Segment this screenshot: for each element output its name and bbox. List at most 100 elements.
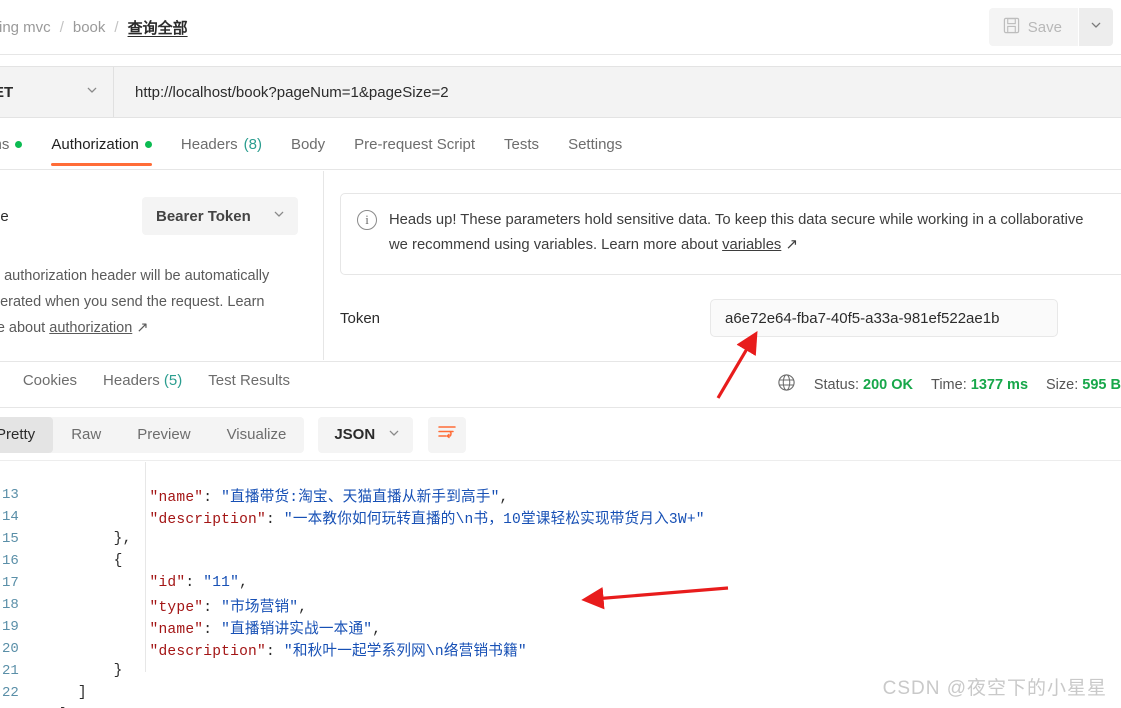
http-method-value: ET xyxy=(0,83,14,101)
code-line: 23 } xyxy=(0,704,1121,708)
code-line-number: 21 xyxy=(2,663,19,679)
auth-type-select[interactable]: Bearer Token xyxy=(142,197,298,235)
url-input[interactable]: http://localhost/book?pageNum=1&pageSize… xyxy=(114,84,449,101)
tab-pre-request-script[interactable]: Pre-request Script xyxy=(354,128,475,165)
auth-description-line-1: e authorization header will be automatic… xyxy=(0,268,270,284)
tab-tests-label: Tests xyxy=(504,136,540,153)
code-line: 13 "name": "直播带货:淘宝、天猫直播从新手到高手", xyxy=(0,484,1121,506)
code-line: 14 "description": "一本教你如何玩转直播的\n书，10堂课轻松… xyxy=(0,506,1121,528)
response-tab-headers-label: Headers xyxy=(103,372,160,389)
request-tabs: rams Authorization Headers (8) Body Pre-… xyxy=(0,128,1121,170)
save-options-button[interactable] xyxy=(1079,8,1113,46)
response-format-toolbar: Pretty Raw Preview Visualize JSON xyxy=(0,409,1121,461)
chevron-down-icon xyxy=(272,207,286,225)
code-line-number: 20 xyxy=(2,641,19,657)
code-line-text: "type": "市场营销", xyxy=(149,599,308,616)
save-button-label: Save xyxy=(1027,18,1062,36)
tab-authorization[interactable]: Authorization xyxy=(51,128,152,166)
response-tab-test-results-label: Test Results xyxy=(208,372,290,389)
tab-params[interactable]: rams xyxy=(0,128,23,165)
response-tab-cookies[interactable]: Cookies xyxy=(23,372,77,402)
status-code[interactable]: Status: 200 OK xyxy=(814,377,913,393)
info-icon: i xyxy=(357,210,377,230)
code-line-number: 14 xyxy=(2,509,19,525)
code-line-text: "description": "一本教你如何玩转直播的\n书，10堂课轻松实现带… xyxy=(149,511,705,528)
response-size[interactable]: Size: 595 B xyxy=(1046,377,1121,393)
url-bar: ET http://localhost/book?pageNum=1&pageS… xyxy=(0,66,1121,118)
code-line-list: 13 "name": "直播带货:淘宝、天猫直播从新手到高手", 14 "desc… xyxy=(0,462,1121,708)
response-tab-headers-count: (5) xyxy=(163,372,183,389)
tab-pre-request-script-label: Pre-request Script xyxy=(354,136,476,153)
external-link-icon: ↗ xyxy=(785,237,798,253)
format-tab-preview[interactable]: Preview xyxy=(119,417,208,453)
code-line-text: ] xyxy=(42,685,87,701)
floppy-disk-icon xyxy=(1003,17,1020,38)
code-line-number: 19 xyxy=(2,619,19,635)
auth-description-line-3-text: re about xyxy=(0,320,46,336)
token-label: Token xyxy=(340,309,381,327)
postman-window: ring mvc / book / 查询全部 Save xyxy=(0,0,1121,708)
watermark: CSDN @夜空下的小星星 xyxy=(882,678,1107,699)
breadcrumb-item-request[interactable]: 查询全部 xyxy=(128,17,188,38)
top-bar: ring mvc / book / 查询全部 Save xyxy=(0,0,1121,55)
breadcrumb: ring mvc / book / 查询全部 xyxy=(0,17,188,38)
chevron-down-icon xyxy=(387,426,401,444)
response-tab-test-results[interactable]: Test Results xyxy=(208,372,290,402)
size-value: 595 B xyxy=(1082,376,1121,393)
code-line-number: 15 xyxy=(2,531,19,547)
language-value: JSON xyxy=(334,426,376,443)
word-wrap-button[interactable] xyxy=(428,416,467,453)
response-tab-headers[interactable]: Headers (5) xyxy=(103,372,182,402)
format-tab-pretty[interactable]: Pretty xyxy=(0,416,54,453)
tab-headers-label: Headers xyxy=(180,136,238,153)
code-line-number: 22 xyxy=(2,685,19,701)
save-button-group: Save xyxy=(988,8,1113,46)
code-line-text: "id": "11", xyxy=(149,575,249,591)
code-line: 18 "type": "市场营销", xyxy=(0,594,1121,616)
format-tab-pretty-label: Pretty xyxy=(0,426,36,443)
tab-body[interactable]: Body xyxy=(291,128,325,165)
format-tab-raw-label: Raw xyxy=(71,426,102,443)
code-line-number: 13 xyxy=(2,487,19,503)
status-label: Status: xyxy=(813,376,859,393)
response-body-code[interactable]: 13 "name": "直播带货:淘宝、天猫直播从新手到高手", 14 "desc… xyxy=(0,462,1121,708)
sensitive-data-banner-text: Heads up! These parameters hold sensitiv… xyxy=(389,208,1083,258)
save-button[interactable]: Save xyxy=(988,8,1078,46)
status-value: 200 OK xyxy=(863,376,914,393)
code-line-number: 18 xyxy=(2,597,19,613)
tab-authorization-label: Authorization xyxy=(51,136,139,153)
format-tab-visualize[interactable]: Visualize xyxy=(209,417,305,453)
authorization-link[interactable]: authorization xyxy=(49,320,132,336)
banner-line-2-text: we recommend using variables. Learn more… xyxy=(389,237,723,253)
auth-type-label: pe xyxy=(0,207,9,225)
time-value: 1377 ms xyxy=(970,376,1029,393)
format-tab-visualize-label: Visualize xyxy=(226,426,287,443)
variables-link[interactable]: variables xyxy=(722,237,781,253)
size-label: Size: xyxy=(1046,376,1079,393)
response-time[interactable]: Time: 1377 ms xyxy=(931,377,1028,393)
code-line-text: "name": "直播带货:淘宝、天猫直播从新手到高手", xyxy=(149,489,509,506)
language-select[interactable]: JSON xyxy=(318,416,414,453)
breadcrumb-item-collection[interactable]: ring mvc xyxy=(0,19,51,36)
tab-headers[interactable]: Headers (8) xyxy=(181,128,262,165)
tab-tests[interactable]: Tests xyxy=(504,128,539,165)
modified-dot-icon xyxy=(144,141,152,148)
format-tab-group: Pretty Raw Preview Visualize xyxy=(0,416,305,453)
tab-settings[interactable]: Settings xyxy=(568,128,622,165)
code-line: 19 "name": "直播销讲实战一本通", xyxy=(0,616,1121,638)
token-input[interactable]: a6e72e64-fba7-40f5-a33a-981ef522ae1b xyxy=(710,299,1058,337)
code-line-text: "description": "和秋叶一起学系列网\n络营销书籍" xyxy=(149,643,527,660)
auth-description-line-3: re about authorization ↗ xyxy=(0,315,322,341)
modified-dot-icon xyxy=(15,141,23,148)
code-line: 15 }, xyxy=(0,528,1121,550)
http-method-select[interactable]: ET xyxy=(0,67,114,117)
token-row: Token a6e72e64-fba7-40f5-a33a-981ef522ae… xyxy=(325,299,1121,337)
tab-headers-count: (8) xyxy=(243,136,262,153)
chevron-down-icon xyxy=(1089,18,1103,37)
auth-description-line-2: nerated when you send the request. Learn xyxy=(0,294,265,310)
breadcrumb-item-folder[interactable]: book xyxy=(73,19,106,36)
response-status-group: Status: 200 OK Time: 1377 ms Size: 595 B xyxy=(777,373,1121,396)
format-tab-raw[interactable]: Raw xyxy=(53,417,119,453)
auth-description: e authorization header will be automatic… xyxy=(0,263,322,341)
